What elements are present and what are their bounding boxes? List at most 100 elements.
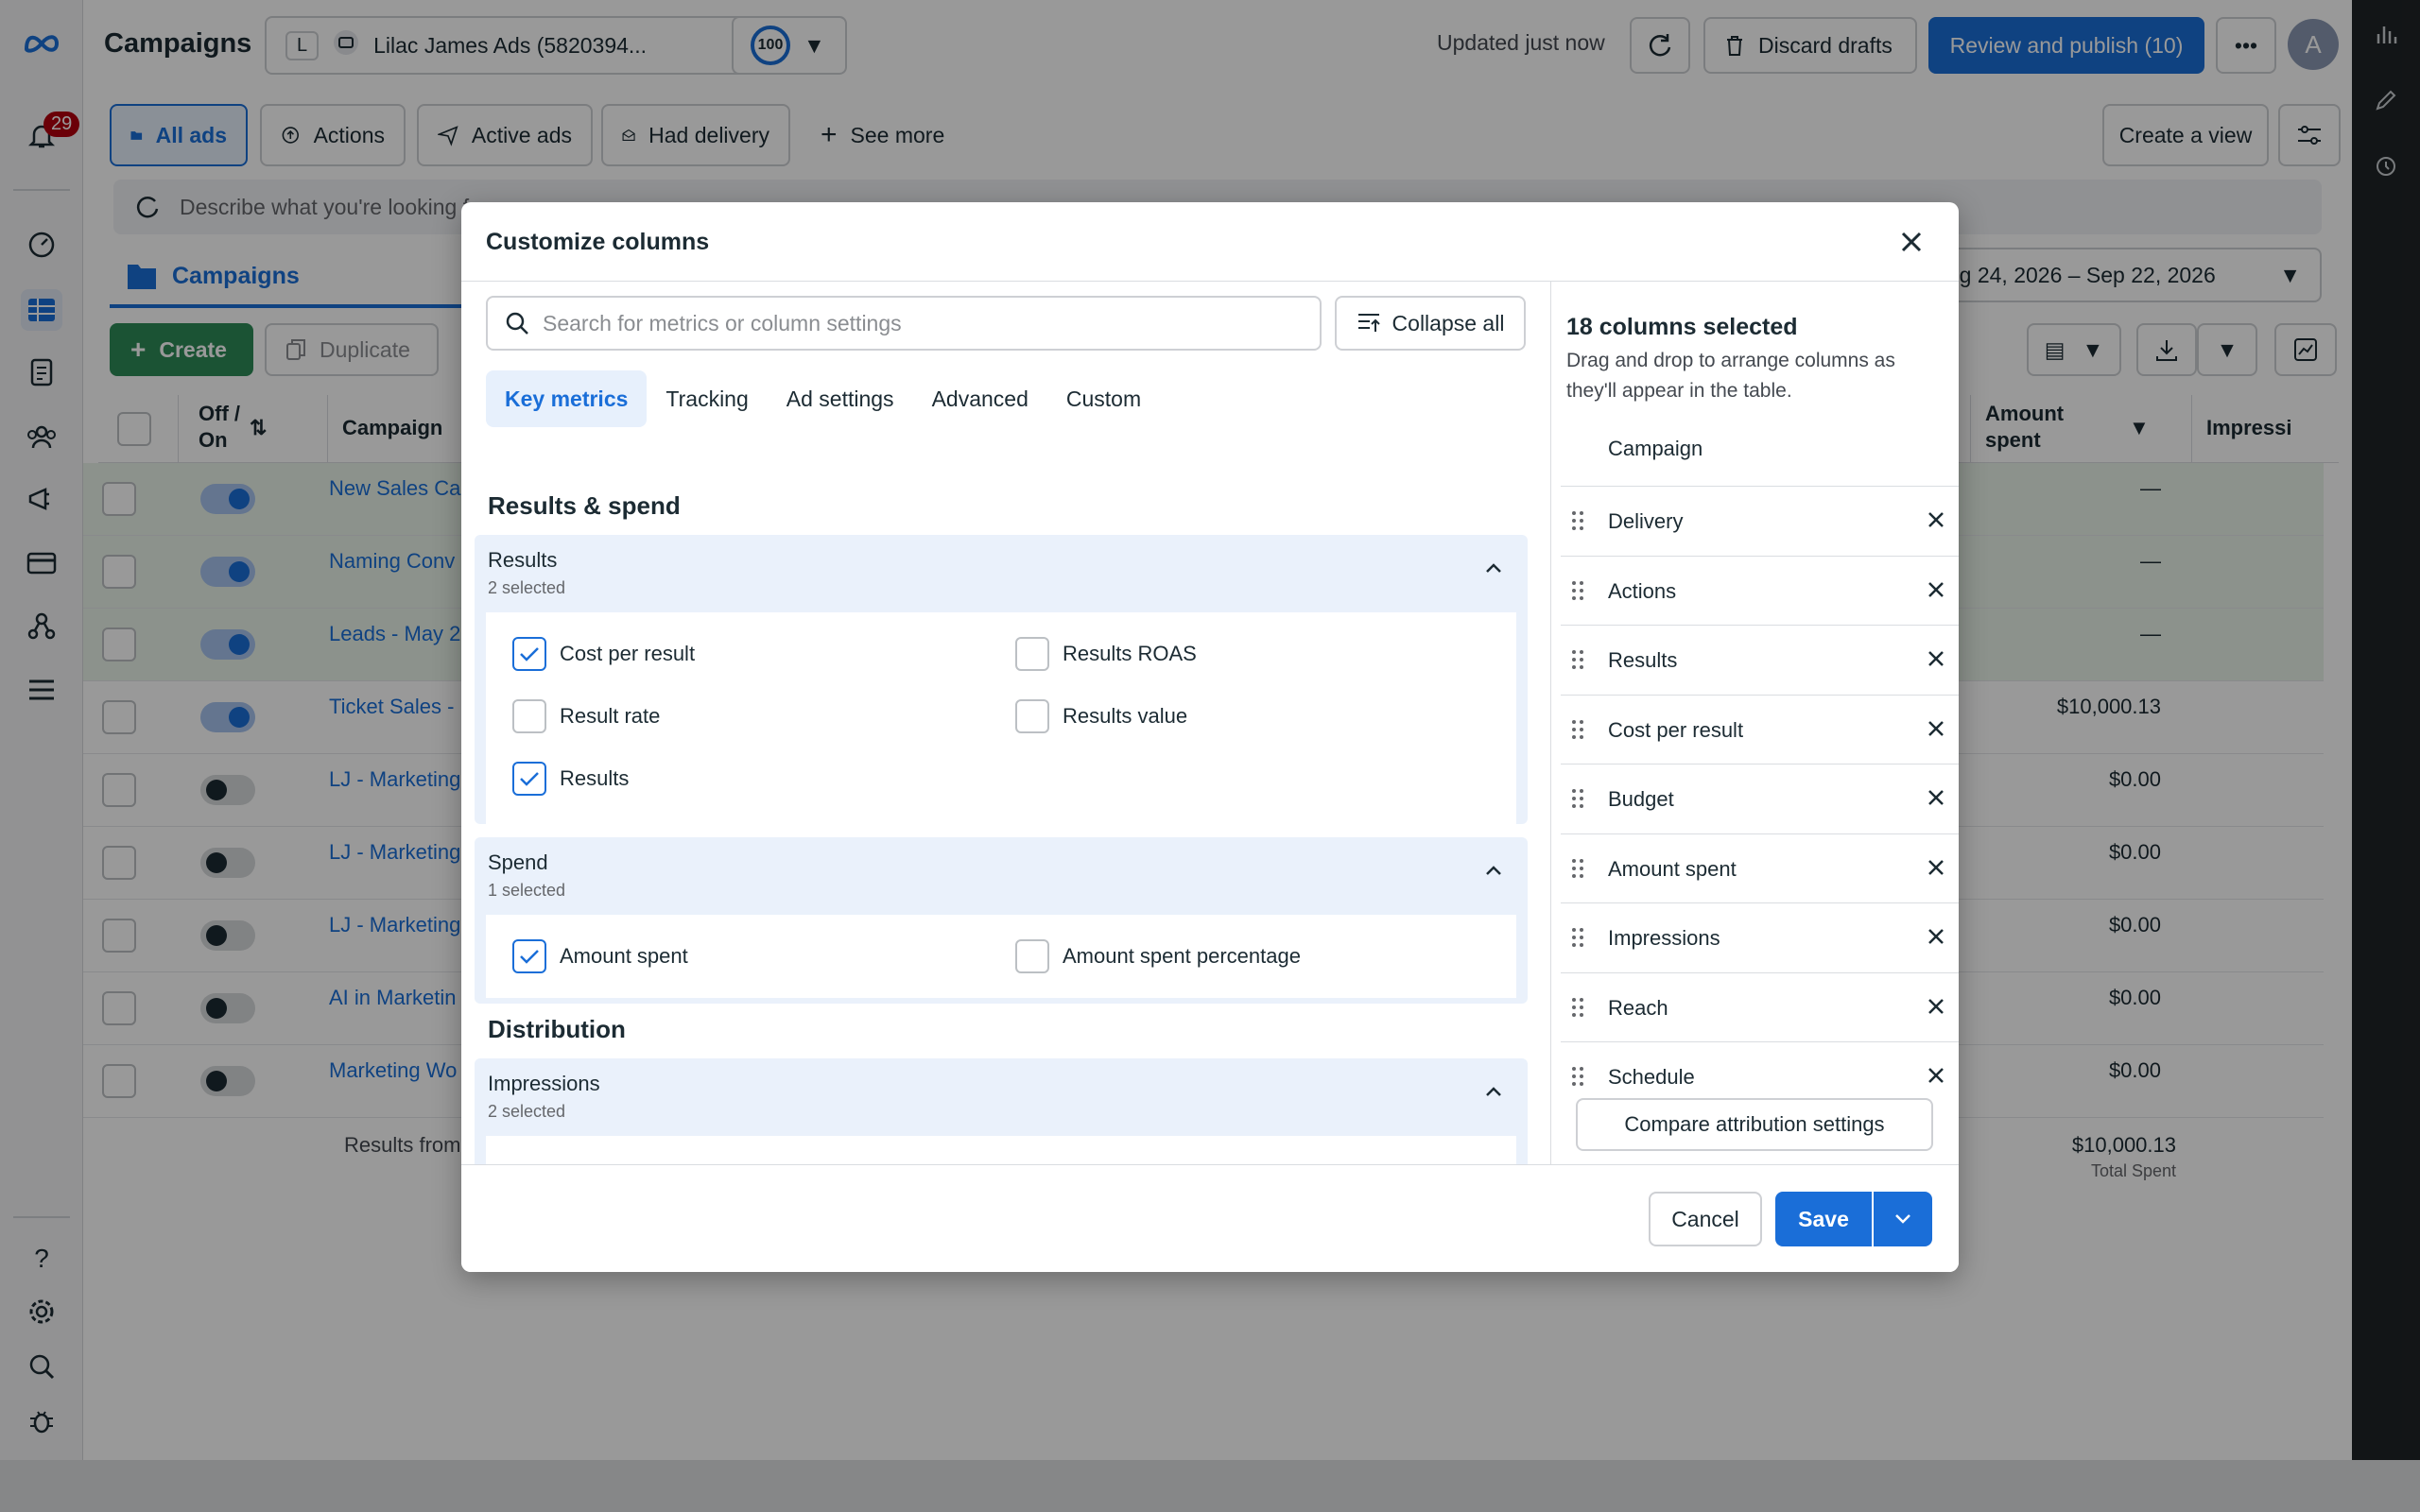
impressions-group-header[interactable]: Impressions 2 selected (475, 1058, 1528, 1136)
selected-column-label: Delivery (1608, 509, 1684, 533)
drag-handle-icon[interactable] (1570, 718, 1585, 747)
metric-checkbox[interactable] (512, 637, 546, 671)
impressions-group: Impressions 2 selected (475, 1058, 1528, 1179)
drag-handle-icon[interactable] (1570, 509, 1585, 538)
results-group: Results 2 selected Cost per result Result… (475, 535, 1528, 824)
selected-column-item[interactable]: Delivery (1561, 486, 1959, 555)
results-spend-heading: Results & spend (488, 491, 681, 520)
metric-option-label: Amount spent percentage (1063, 944, 1301, 968)
dialog-footer: Cancel Save (461, 1164, 1959, 1272)
remove-column-icon[interactable] (1927, 787, 1945, 812)
remove-column-icon[interactable] (1927, 579, 1945, 604)
selected-column-label: Budget (1608, 787, 1674, 811)
metrics-search-placeholder: Search for metrics or column settings (543, 310, 902, 335)
compare-attribution-button[interactable]: Compare attribution settings (1576, 1098, 1933, 1151)
cancel-button[interactable]: Cancel (1649, 1192, 1762, 1246)
impressions-group-title: Impressions (488, 1072, 600, 1095)
spend-group-title: Spend (488, 850, 548, 874)
metric-option[interactable]: Amount spent (512, 939, 688, 973)
metric-option[interactable]: Amount spent percentage (1015, 939, 1301, 973)
results-group-count: 2 selected (488, 578, 566, 597)
remove-column-icon[interactable] (1927, 996, 1945, 1021)
metric-checkbox[interactable] (1015, 699, 1049, 733)
selected-count-title: 18 columns selected (1566, 314, 1798, 340)
compare-attribution-label: Compare attribution settings (1624, 1112, 1885, 1136)
metric-option[interactable]: Results ROAS (1015, 637, 1197, 671)
drag-handle-icon[interactable] (1570, 1065, 1585, 1093)
close-icon (1901, 232, 1922, 252)
selected-column-label: Results (1608, 648, 1678, 672)
remove-column-icon[interactable] (1927, 648, 1945, 673)
remove-column-icon[interactable] (1927, 718, 1945, 743)
remove-column-icon[interactable] (1927, 926, 1945, 951)
spend-group-count: 1 selected (488, 881, 566, 900)
selected-column-label: Impressions (1608, 926, 1720, 950)
metrics-pane: Search for metrics or column settings Co… (461, 282, 1550, 1179)
metric-checkbox[interactable] (1015, 939, 1049, 973)
metric-option[interactable]: Results value (1015, 699, 1187, 733)
selected-column-item[interactable]: Cost per result (1561, 694, 1959, 764)
drag-handle-icon[interactable] (1570, 787, 1585, 816)
dialog-title: Customize columns (486, 229, 710, 255)
selected-column-label: Actions (1608, 578, 1677, 603)
save-label: Save (1798, 1206, 1849, 1231)
remove-column-icon[interactable] (1927, 1065, 1945, 1090)
tab-custom[interactable]: Custom (1047, 370, 1160, 427)
selected-columns-pane: 18 columns selected Drag and drop to arr… (1550, 282, 1959, 1179)
dialog-header: Customize columns (461, 202, 1959, 282)
close-button[interactable] (1893, 223, 1930, 261)
selected-column-label: Amount spent (1608, 856, 1737, 881)
collapse-all-button[interactable]: Collapse all (1335, 296, 1526, 351)
metric-checkbox[interactable] (512, 762, 546, 796)
remove-column-icon[interactable] (1927, 509, 1945, 534)
drag-handle-icon[interactable] (1570, 996, 1585, 1024)
save-button[interactable]: Save (1775, 1192, 1872, 1246)
spend-options: Amount spent Amount spent percentage (486, 915, 1516, 998)
selected-description: Drag and drop to arrange columns as they… (1566, 350, 1895, 402)
metric-category-tabs: Key metrics Tracking Ad settings Advanced Cu… (486, 370, 1160, 427)
drag-handle-icon[interactable] (1570, 926, 1585, 954)
chevron-up-icon[interactable] (1484, 864, 1503, 882)
tab-ad-settings[interactable]: Ad settings (768, 370, 913, 427)
remove-column-icon[interactable] (1927, 857, 1945, 882)
drag-handle-icon[interactable] (1570, 648, 1585, 677)
results-group-header[interactable]: Results 2 selected (475, 535, 1528, 612)
metric-checkbox[interactable] (1015, 637, 1049, 671)
drag-handle-icon[interactable] (1570, 579, 1585, 608)
metric-option[interactable]: Result rate (512, 699, 660, 733)
metric-option-label: Results value (1063, 704, 1188, 728)
search-icon (506, 312, 528, 335)
metrics-search-input[interactable]: Search for metrics or column settings (486, 296, 1322, 351)
chevron-up-icon[interactable] (1484, 561, 1503, 579)
metric-option-label: Results (560, 766, 630, 790)
chevron-down-icon (1895, 1214, 1910, 1224)
metric-checkbox[interactable] (512, 699, 546, 733)
fixed-column-campaign: Campaign (1608, 437, 1703, 460)
spend-group-header[interactable]: Spend 1 selected (475, 837, 1528, 915)
spend-group: Spend 1 selected Amount spent Amount spen… (475, 837, 1528, 1004)
chevron-up-icon[interactable] (1484, 1085, 1503, 1103)
selected-column-item[interactable]: Budget (1561, 764, 1959, 833)
metric-option-label: Result rate (560, 704, 661, 728)
selected-column-item[interactable]: Reach (1561, 971, 1959, 1041)
tab-key-metrics[interactable]: Key metrics (486, 370, 648, 427)
tab-tracking[interactable]: Tracking (647, 370, 767, 427)
collapse-all-label: Collapse all (1392, 310, 1505, 335)
drag-handle-icon[interactable] (1570, 857, 1585, 885)
metric-option[interactable]: Results (512, 762, 629, 796)
tab-advanced[interactable]: Advanced (913, 370, 1047, 427)
cancel-label: Cancel (1671, 1206, 1739, 1231)
selected-column-label: Cost per result (1608, 717, 1744, 742)
selected-column-item[interactable]: Actions (1561, 555, 1959, 625)
selected-column-item[interactable]: Amount spent (1561, 833, 1959, 902)
metric-checkbox[interactable] (512, 939, 546, 973)
results-options: Cost per result Results ROAS Result rate Re… (486, 612, 1516, 824)
metric-option-label: Results ROAS (1063, 642, 1197, 665)
selected-column-label: Schedule (1608, 1065, 1695, 1089)
selected-column-label: Reach (1608, 995, 1668, 1020)
customize-columns-dialog: Customize columns Search for metrics or … (461, 202, 1959, 1272)
metric-option[interactable]: Cost per result (512, 637, 695, 671)
selected-column-item[interactable]: Impressions (1561, 902, 1959, 971)
save-options-dropdown[interactable] (1874, 1192, 1932, 1246)
selected-column-item[interactable]: Results (1561, 625, 1959, 694)
